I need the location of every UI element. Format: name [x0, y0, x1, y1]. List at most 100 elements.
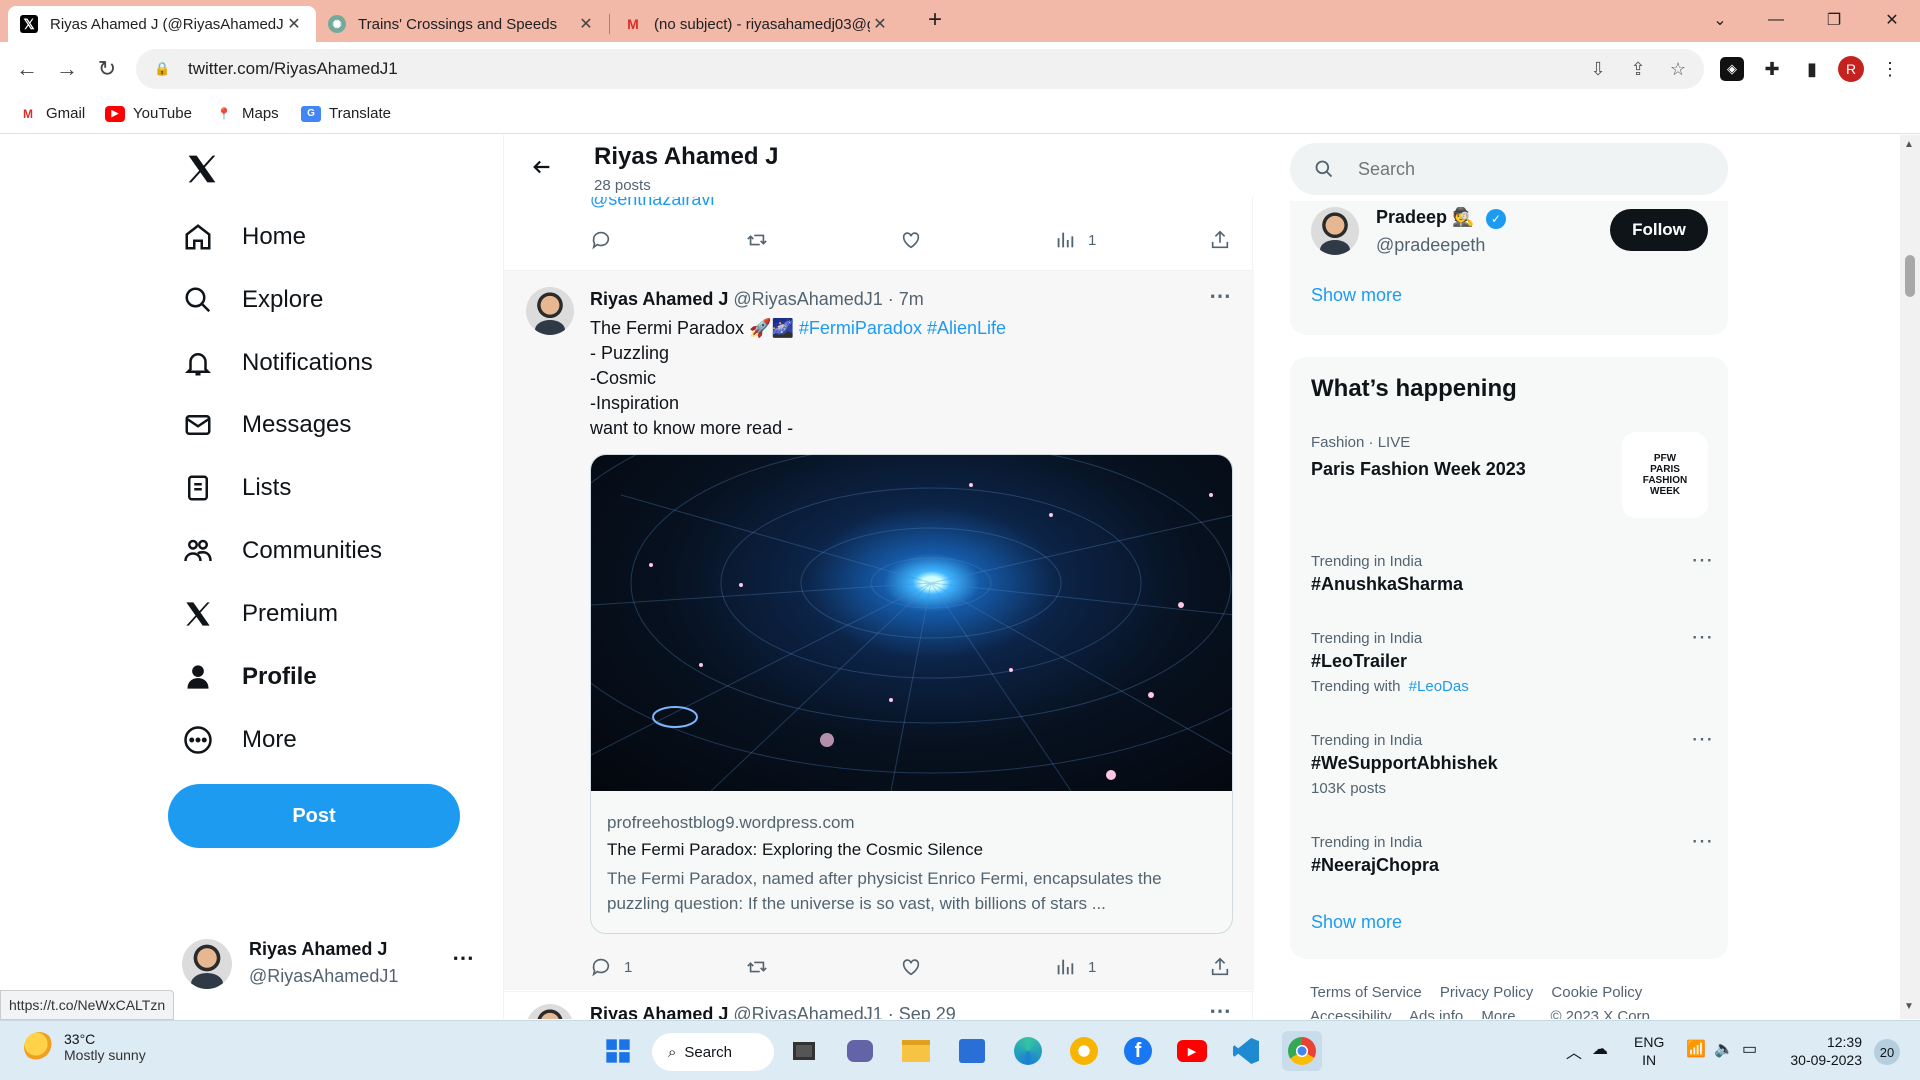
vscode-icon[interactable] — [1226, 1031, 1266, 1071]
chrome-icon[interactable] — [1282, 1031, 1322, 1071]
trend-item[interactable]: Trending in India #NeerajChopra — [1311, 834, 1711, 876]
views-stat[interactable]: 1 — [1054, 229, 1096, 251]
bookmark-maps[interactable]: 📍 Maps — [214, 105, 279, 122]
search-input[interactable] — [1358, 158, 1678, 180]
show-more-link[interactable]: Show more — [1311, 912, 1402, 933]
weather-widget[interactable]: 33°C Mostly sunny — [24, 1031, 146, 1063]
views-stat[interactable]: 1 — [1054, 956, 1096, 978]
suggested-avatar[interactable] — [1311, 207, 1359, 255]
next-tweet[interactable]: Riyas Ahamed J @RiyasAhamedJ1 · Sep 29 ⋯ — [504, 991, 1254, 1019]
footer-link[interactable]: Terms of Service — [1310, 984, 1422, 1001]
tweet[interactable]: Riyas Ahamed J @RiyasAhamedJ1 · 7m ⋯ The… — [504, 270, 1254, 990]
nav-notifications[interactable]: Notifications — [182, 347, 373, 379]
onedrive-icon[interactable]: ☁ — [1592, 1039, 1608, 1059]
notification-badge[interactable]: 20 — [1874, 1039, 1900, 1065]
trend-item[interactable]: Trending in India #WeSupportAbhishek 103… — [1311, 732, 1711, 797]
teams-chat-icon[interactable] — [840, 1031, 880, 1071]
nav-explore[interactable]: Explore — [182, 284, 323, 316]
close-tab-icon[interactable]: ✕ — [576, 14, 596, 34]
more-dots-icon[interactable]: ⋯ — [452, 945, 474, 971]
share-icon[interactable] — [1209, 956, 1243, 978]
search-box[interactable] — [1290, 143, 1728, 195]
volume-icon[interactable]: 🔈 — [1714, 1039, 1734, 1059]
profile-avatar[interactable]: R — [1838, 56, 1864, 82]
share-icon[interactable]: ⇪ — [1626, 57, 1650, 81]
tweet-time[interactable]: · 7m — [888, 289, 924, 310]
minimize-icon[interactable]: — — [1748, 0, 1804, 40]
language-indicator[interactable]: ENG IN — [1634, 1033, 1664, 1069]
back-arrow-icon[interactable] — [524, 149, 560, 185]
tweet-handle[interactable]: @RiyasAhamedJ1 — [733, 1004, 882, 1019]
tweet-avatar[interactable] — [526, 1004, 574, 1019]
hashtag-links[interactable]: #FermiParadox #AlienLife — [799, 318, 1006, 338]
install-icon[interactable]: ⇩ — [1586, 57, 1610, 81]
scroll-thumb[interactable] — [1905, 255, 1915, 297]
like-icon[interactable] — [900, 229, 934, 251]
file-explorer-icon[interactable] — [896, 1031, 936, 1071]
more-dots-icon[interactable]: ⋯ — [1209, 283, 1231, 309]
suggested-name[interactable]: Pradeep 🕵️ — [1376, 207, 1474, 228]
side-panel-icon[interactable]: ▮ — [1800, 57, 1824, 81]
tab-gmail[interactable]: M (no subject) - riyasahamedj03@gmail.co… — [612, 6, 902, 42]
tweet-author[interactable]: Riyas Ahamed J — [590, 289, 728, 310]
nav-profile[interactable]: Profile — [182, 661, 317, 693]
reply-icon[interactable] — [590, 229, 624, 251]
scroll-down-icon[interactable]: ▼ — [1904, 1001, 1914, 1012]
tab-search-icon[interactable]: ⌄ — [1692, 0, 1748, 40]
more-dots-icon[interactable]: ⋯ — [1691, 624, 1714, 650]
youtube-icon[interactable]: ▶ — [1172, 1031, 1212, 1071]
link-card[interactable]: profreehostblog9.wordpress.com The Fermi… — [590, 454, 1233, 934]
trend-item[interactable]: Trending in India #AnushkaSharma — [1311, 553, 1711, 595]
follow-button[interactable]: Follow — [1610, 209, 1708, 251]
task-view-icon[interactable] — [784, 1031, 824, 1071]
battery-icon[interactable]: ▭ — [1742, 1039, 1757, 1059]
reply-stat[interactable]: 1 — [590, 956, 632, 978]
retweet-icon[interactable] — [745, 956, 781, 978]
retweet-icon[interactable] — [745, 229, 781, 251]
tweet-handle[interactable]: @RiyasAhamedJ1 — [733, 289, 882, 310]
trend-link[interactable]: #LeoDas — [1409, 678, 1469, 695]
tab-chatgpt[interactable]: ✺ Trains' Crossings and Speeds ✕ — [316, 6, 608, 42]
tweet-author[interactable]: Riyas Ahamed J — [590, 1004, 728, 1019]
nav-lists[interactable]: Lists — [182, 472, 291, 504]
puzzle-icon[interactable]: ✚ — [1760, 57, 1784, 81]
trend-item[interactable]: Trending in India #LeoTrailer Trending w… — [1311, 630, 1711, 695]
edge-icon[interactable] — [1008, 1031, 1048, 1071]
show-more-link[interactable]: Show more — [1311, 285, 1402, 306]
facebook-icon[interactable]: f — [1118, 1031, 1158, 1071]
featured-thumbnail[interactable]: PFW PARIS FASHION WEEK — [1622, 432, 1708, 518]
tweet-avatar[interactable] — [526, 287, 574, 335]
footer-link[interactable]: Cookie Policy — [1551, 984, 1642, 1001]
start-icon[interactable] — [598, 1031, 638, 1071]
wifi-icon[interactable]: 📶 — [1686, 1039, 1706, 1059]
close-tab-icon[interactable]: ✕ — [870, 14, 890, 34]
footer-link[interactable]: More ... — [1481, 1008, 1532, 1019]
more-dots-icon[interactable]: ⋯ — [1691, 547, 1714, 573]
x-logo-icon[interactable] — [182, 149, 222, 189]
nav-communities[interactable]: Communities — [182, 535, 382, 567]
more-dots-icon[interactable]: ⋯ — [1691, 828, 1714, 854]
bookmark-star-icon[interactable]: ☆ — [1666, 57, 1690, 81]
extension-icon[interactable]: ◈ — [1720, 57, 1744, 81]
nav-more[interactable]: More — [182, 724, 297, 756]
nav-messages[interactable]: Messages — [182, 409, 351, 441]
new-tab-icon[interactable]: + — [907, 0, 963, 40]
reload-icon[interactable]: ↻ — [90, 52, 124, 86]
store-icon[interactable] — [952, 1031, 992, 1071]
chrome-menu-icon[interactable]: ⋮ — [1878, 57, 1902, 81]
post-button[interactable]: Post — [168, 784, 460, 848]
restore-icon[interactable]: ❐ — [1806, 0, 1862, 40]
bookmark-youtube[interactable]: ▶ YouTube — [105, 105, 192, 122]
more-dots-icon[interactable]: ⋯ — [1209, 998, 1231, 1019]
forward-icon[interactable]: → — [50, 52, 84, 86]
address-bar[interactable]: 🔒 twitter.com/RiyasAhamedJ1 ⇩ ⇪ ☆ — [136, 49, 1704, 89]
close-tab-icon[interactable]: ✕ — [284, 14, 304, 34]
share-icon[interactable] — [1209, 229, 1243, 251]
tweet-time[interactable]: · Sep 29 — [888, 1004, 956, 1019]
bookmark-translate[interactable]: G Translate — [301, 105, 391, 122]
close-window-icon[interactable]: ✕ — [1864, 0, 1920, 40]
footer-link[interactable]: Privacy Policy — [1440, 984, 1533, 1001]
footer-link[interactable]: Ads info — [1409, 1008, 1463, 1019]
more-dots-icon[interactable]: ⋯ — [1691, 726, 1714, 752]
tab-twitter[interactable]: 𝕏 Riyas Ahamed J (@RiyasAhamedJ1) / X ✕ — [8, 6, 316, 42]
